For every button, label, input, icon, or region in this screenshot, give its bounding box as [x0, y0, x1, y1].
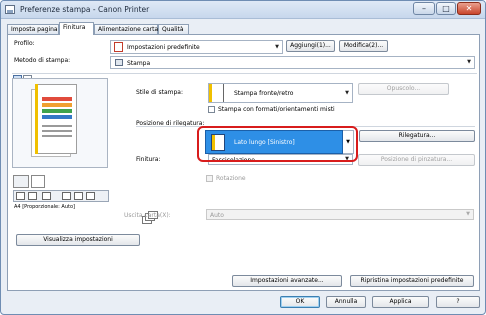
finishing-panel: Profilo: Impostazioni predefinite ▼ Aggi…	[7, 34, 480, 291]
tab-alimentazione-carta[interactable]: Alimentazione carta	[94, 24, 158, 34]
output-method-select[interactable]: Stampa ▼	[110, 56, 475, 69]
close-button[interactable]: ✕	[457, 2, 481, 15]
output-icon	[86, 192, 95, 200]
profile-label: Profilo:	[14, 40, 35, 47]
printer-icon	[5, 5, 15, 14]
page-icon	[16, 192, 25, 200]
chevron-down-icon: ▼	[345, 90, 349, 96]
preview-graphic	[42, 103, 72, 107]
profile-value: Impostazioni predefinite	[127, 44, 200, 51]
rotate-label: Rotazione	[216, 175, 246, 182]
printer-icon	[13, 175, 29, 188]
print-style-label: Stile di stampa:	[136, 89, 183, 96]
edit-profile-button[interactable]: Modifica(2)...	[339, 40, 388, 52]
tab-qualita[interactable]: Qualità	[158, 24, 189, 34]
add-profile-button[interactable]: Aggiungi(1)...	[286, 40, 335, 52]
output-method-value: Stampa	[127, 60, 151, 67]
minimize-button[interactable]: –	[413, 2, 435, 15]
staple-icon	[42, 192, 51, 200]
layout-preview	[12, 78, 108, 168]
profile-icon	[114, 42, 123, 52]
rotate-checkbox[interactable]	[206, 175, 213, 182]
layout-icon	[28, 192, 37, 200]
print-style-value: Stampa fronte/retro	[234, 90, 294, 97]
preview-graphic	[42, 115, 72, 119]
preview-caption: A4 [Proporzionale: Auto]	[14, 204, 75, 210]
paper-output-value: Auto	[210, 212, 224, 219]
title-bar: Preferenze stampa - Canon Printer – □ ✕	[1, 1, 485, 19]
cancel-button[interactable]: Annulla	[326, 296, 366, 308]
duplex-icon	[62, 192, 71, 200]
finishing-label: Finitura:	[136, 156, 161, 163]
window-title: Preferenze stampa - Canon Printer	[20, 5, 150, 14]
chevron-down-icon: ▼	[275, 44, 279, 50]
apply-button[interactable]: Applica	[372, 296, 429, 308]
printer-icon	[115, 59, 123, 66]
preview-graphic	[42, 109, 72, 113]
preview-text-line	[42, 135, 72, 137]
output-method-label: Metodo di stampa:	[14, 57, 71, 64]
mixed-formats-checkbox[interactable]	[208, 106, 215, 113]
booklet-icon	[74, 192, 83, 200]
maximize-button[interactable]: □	[436, 2, 456, 15]
preview-text-line	[42, 130, 72, 132]
preview-graphic	[42, 97, 72, 101]
paper-output-label: Uscita carta(X):	[124, 212, 171, 219]
mixed-formats-label: Stampa con formati/orientamenti misti	[218, 106, 335, 113]
preview-page	[37, 84, 77, 154]
print-preferences-window: Preferenze stampa - Canon Printer – □ ✕ …	[0, 0, 486, 315]
preview-text-line	[42, 125, 72, 127]
chevron-down-icon: ▼	[467, 59, 471, 65]
chevron-down-icon: ▼	[466, 211, 470, 217]
print-style-select[interactable]: Stampa fronte/retro ▼	[208, 83, 353, 103]
help-button[interactable]: ?	[436, 296, 480, 308]
paper-output-select[interactable]: Auto ▼	[206, 209, 474, 220]
restore-defaults-button[interactable]: Ripristina impostazioni predefinite	[350, 275, 474, 287]
profile-select[interactable]: Impostazioni predefinite ▼	[110, 40, 283, 54]
staple-position-button[interactable]: Posizione di pinzatura...	[358, 154, 475, 166]
divider	[12, 73, 477, 74]
highlight-frame	[197, 126, 358, 162]
ok-button[interactable]: OK	[280, 296, 320, 308]
view-settings-button[interactable]: Visualizza impostazioni	[16, 234, 140, 246]
document-icon	[31, 175, 45, 188]
advanced-settings-button[interactable]: Impostazioni avanzate...	[232, 275, 342, 287]
tab-imposta-pagina[interactable]: Imposta pagina	[7, 24, 59, 34]
binding-button[interactable]: Rilegatura...	[359, 130, 475, 142]
binding-edge	[35, 84, 38, 154]
booklet-options-button[interactable]: Opuscolo...	[358, 83, 449, 95]
tab-finitura[interactable]: Finitura	[59, 22, 94, 35]
preview-settings-strip	[13, 190, 109, 202]
